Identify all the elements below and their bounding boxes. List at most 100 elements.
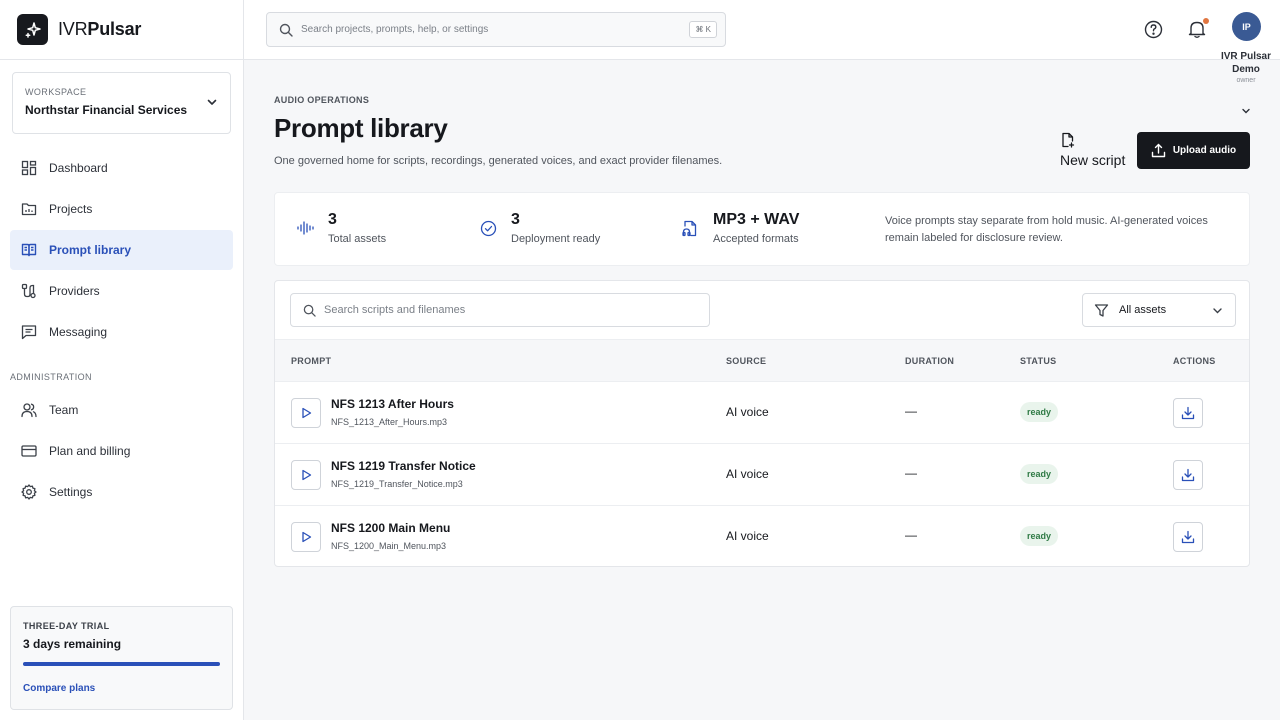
compare-plans-link[interactable]: Compare plans xyxy=(23,683,220,694)
waveform-icon xyxy=(297,220,319,245)
stat-label: Accepted formats xyxy=(713,233,799,245)
brand[interactable]: IVRPulsar xyxy=(0,0,243,60)
search-icon xyxy=(279,23,293,37)
brand-name: IVRPulsar xyxy=(58,19,141,40)
sidebar-item-settings[interactable]: Settings xyxy=(10,472,233,512)
sidebar-item-dashboard[interactable]: Dashboard xyxy=(10,148,233,188)
sidebar-item-label: Prompt library xyxy=(49,243,132,257)
download-button[interactable] xyxy=(1173,522,1203,552)
column-header-prompt[interactable]: PROMPT xyxy=(291,356,331,366)
users-icon xyxy=(20,401,38,419)
prompt-search-input[interactable] xyxy=(324,304,684,316)
sidebar-item-team[interactable]: Team xyxy=(10,390,233,430)
stat-value: MP3 + WAV xyxy=(713,211,800,228)
stat-label: Total assets xyxy=(328,233,387,245)
prompt-name: NFS 1213 After Hours xyxy=(331,397,454,411)
gear-icon xyxy=(20,483,38,501)
workspace-selector[interactable]: WORKSPACE Northstar Financial Services xyxy=(12,72,231,134)
sidebar-item-prompt-library[interactable]: Prompt library xyxy=(10,230,233,270)
user-menu[interactable]: IVR Pulsar Demo owner xyxy=(1219,50,1273,85)
play-button[interactable] xyxy=(291,522,321,552)
status-badge: ready xyxy=(1020,526,1059,546)
sidebar-item-projects[interactable]: Projects xyxy=(10,189,233,229)
stats-note: Voice prompts stay separate from hold mu… xyxy=(885,215,1208,244)
column-header-status[interactable]: STATUS xyxy=(1020,356,1056,366)
stat-total-assets: 3 Total assets xyxy=(297,211,386,245)
trial-progress-bar xyxy=(23,662,220,666)
sidebar-item-messaging[interactable]: Messaging xyxy=(10,312,233,352)
upload-audio-button[interactable]: Upload audio xyxy=(1137,132,1250,169)
filter-icon xyxy=(1094,303,1109,317)
notification-dot xyxy=(1203,18,1209,24)
global-search-input[interactable] xyxy=(301,24,671,35)
prompt-source: AI voice xyxy=(726,405,769,419)
stat-value: 3 xyxy=(328,211,337,228)
prompt-source: AI voice xyxy=(726,529,769,543)
play-button[interactable] xyxy=(291,398,321,428)
column-header-source[interactable]: SOURCE xyxy=(726,356,766,366)
chevron-down-icon[interactable] xyxy=(1241,106,1251,116)
help-icon[interactable] xyxy=(1144,20,1163,39)
prompt-duration: — xyxy=(905,404,917,418)
new-script-label: New script xyxy=(1060,152,1126,168)
new-script-button[interactable]: New script xyxy=(1060,132,1125,168)
upload-icon xyxy=(1151,143,1166,158)
sidebar-item-label: Dashboard xyxy=(49,161,108,175)
play-button[interactable] xyxy=(291,460,321,490)
download-icon xyxy=(1181,406,1195,420)
stat-value: 3 xyxy=(511,211,520,228)
brand-name-bold: Pulsar xyxy=(87,19,142,39)
prompt-filename: NFS_1213_After_Hours.mp3 xyxy=(331,417,448,427)
filter-value: All assets xyxy=(1119,304,1167,316)
message-icon xyxy=(20,323,38,341)
avatar[interactable]: IP xyxy=(1232,12,1261,41)
trial-progress-fill xyxy=(23,662,220,666)
trial-label: THREE-DAY TRIAL xyxy=(23,621,110,631)
column-header-duration[interactable]: DURATION xyxy=(905,356,954,366)
table-row[interactable]: NFS 1200 Main Menu NFS_1200_Main_Menu.mp… xyxy=(275,506,1249,568)
prompt-search[interactable] xyxy=(290,293,710,327)
workspace-label: WORKSPACE xyxy=(25,87,87,97)
stat-accepted-formats: MP3 + WAV Accepted formats xyxy=(682,211,799,245)
folder-icon xyxy=(20,200,38,218)
play-icon xyxy=(302,407,312,419)
trial-remaining: 3 days remaining xyxy=(23,637,122,651)
prompt-name: NFS 1200 Main Menu xyxy=(331,521,451,535)
search-shortcut-badge: ⌘ K xyxy=(689,21,717,38)
search-icon xyxy=(303,304,316,317)
chevron-down-icon xyxy=(1213,308,1222,314)
play-icon xyxy=(302,531,312,543)
status-badge: ready xyxy=(1020,464,1059,484)
table-row[interactable]: NFS 1213 After Hours NFS_1213_After_Hour… xyxy=(275,382,1249,444)
admin-section-label: ADMINISTRATION xyxy=(10,372,92,382)
asset-filter-select[interactable]: All assets xyxy=(1082,293,1236,327)
upload-audio-label: Upload audio xyxy=(1172,145,1237,156)
sidebar-item-label: Team xyxy=(49,403,79,417)
sidebar-item-label: Plan and billing xyxy=(49,444,131,458)
sidebar-item-providers[interactable]: Providers xyxy=(10,271,233,311)
status-badge: ready xyxy=(1020,402,1059,422)
download-icon xyxy=(1181,468,1195,482)
play-icon xyxy=(302,469,312,481)
credit-card-icon xyxy=(20,442,38,460)
table-row[interactable]: NFS 1219 Transfer Notice NFS_1219_Transf… xyxy=(275,444,1249,506)
sidebar-item-label: Messaging xyxy=(49,325,108,339)
download-button[interactable] xyxy=(1173,398,1203,428)
prompt-duration: — xyxy=(905,466,917,480)
route-icon xyxy=(20,282,38,300)
sidebar-item-plan-billing[interactable]: Plan and billing xyxy=(10,431,233,471)
prompt-duration: — xyxy=(905,528,917,542)
global-search[interactable]: ⌘ K xyxy=(266,12,726,47)
prompt-filename: NFS_1200_Main_Menu.mp3 xyxy=(331,541,447,551)
prompt-table-card: All assets PROMPT SOURCE DURATION STATUS… xyxy=(274,280,1250,567)
table-header: PROMPT SOURCE DURATION STATUS ACTIONS xyxy=(275,339,1249,382)
stat-deployment-ready: 3 Deployment ready xyxy=(480,211,600,245)
user-role: owner xyxy=(1236,77,1256,84)
audio-file-icon xyxy=(682,220,704,245)
workspace-name: Northstar Financial Services xyxy=(25,103,188,117)
download-button[interactable] xyxy=(1173,460,1203,490)
check-circle-icon xyxy=(480,220,502,245)
sidebar-item-label: Providers xyxy=(49,284,100,298)
sparkle-logo-icon xyxy=(17,14,48,45)
dashboard-icon xyxy=(20,159,38,177)
